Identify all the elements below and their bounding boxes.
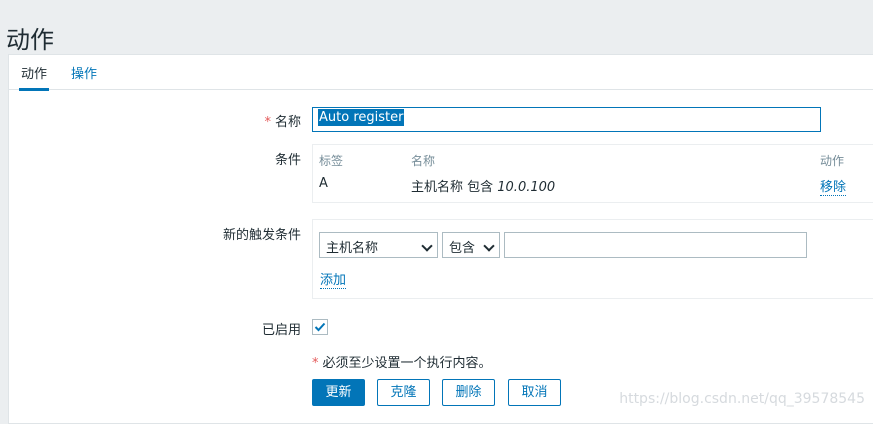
tab-action[interactable]: 动作 — [19, 63, 50, 91]
chevron-down-icon — [421, 240, 433, 252]
required-note-mark: * — [312, 356, 319, 371]
condition-description-value: 10.0.100 — [497, 180, 556, 195]
enabled-checkbox[interactable] — [312, 319, 328, 335]
condition-tag: A — [319, 176, 328, 191]
column-header-tag: 标签 — [319, 154, 344, 168]
watermark: https://blog.csdn.net/qq_39578545 — [619, 391, 865, 407]
condition-type-select[interactable]: 主机名称 — [319, 232, 438, 258]
tab-bar: 动作 操作 — [9, 55, 873, 91]
condition-type-value: 主机名称 — [326, 241, 379, 256]
check-icon — [314, 322, 326, 332]
conditions-label: 条件 — [274, 153, 301, 168]
chevron-down-icon — [483, 240, 495, 252]
name-input-value: Auto register — [318, 109, 405, 126]
required-note: * 必须至少设置一个执行内容。 — [312, 352, 492, 371]
new-condition-label: 新的触发条件 — [222, 228, 301, 243]
enabled-label: 已启用 — [261, 323, 301, 338]
required-mark: * — [264, 115, 271, 130]
action-form-card: 动作 操作 * 名称 Auto register 条件 标签 名称 动作 A 主机… — [8, 54, 873, 424]
page-title: 动作 — [6, 26, 54, 55]
condition-description: 主机名称 包含 10.0.100 — [411, 176, 555, 195]
column-header-name: 名称 — [411, 154, 436, 168]
condition-operator-value: 包含 — [449, 241, 476, 256]
name-label-text: 名称 — [274, 115, 301, 130]
cancel-button[interactable]: 取消 — [508, 379, 561, 406]
delete-button[interactable]: 删除 — [442, 379, 495, 406]
name-label: * 名称 — [101, 111, 301, 130]
required-note-text: 必须至少设置一个执行内容。 — [322, 356, 492, 371]
add-condition-link[interactable]: 添加 — [320, 269, 347, 289]
clone-button[interactable]: 克隆 — [377, 379, 430, 406]
condition-description-prefix: 主机名称 包含 — [411, 180, 498, 195]
name-input[interactable]: Auto register — [312, 107, 821, 132]
condition-operator-select[interactable]: 包含 — [442, 232, 500, 258]
remove-condition-link[interactable]: 移除 — [820, 176, 847, 196]
condition-value-input[interactable] — [504, 232, 807, 258]
update-button[interactable]: 更新 — [312, 379, 365, 406]
conditions-table: 标签 名称 动作 A 主机名称 包含 10.0.100 移除 — [312, 144, 873, 203]
new-condition-box: 主机名称 包含 添加 — [312, 219, 873, 299]
column-header-action: 动作 — [820, 154, 845, 168]
tab-operations[interactable]: 操作 — [69, 63, 99, 90]
